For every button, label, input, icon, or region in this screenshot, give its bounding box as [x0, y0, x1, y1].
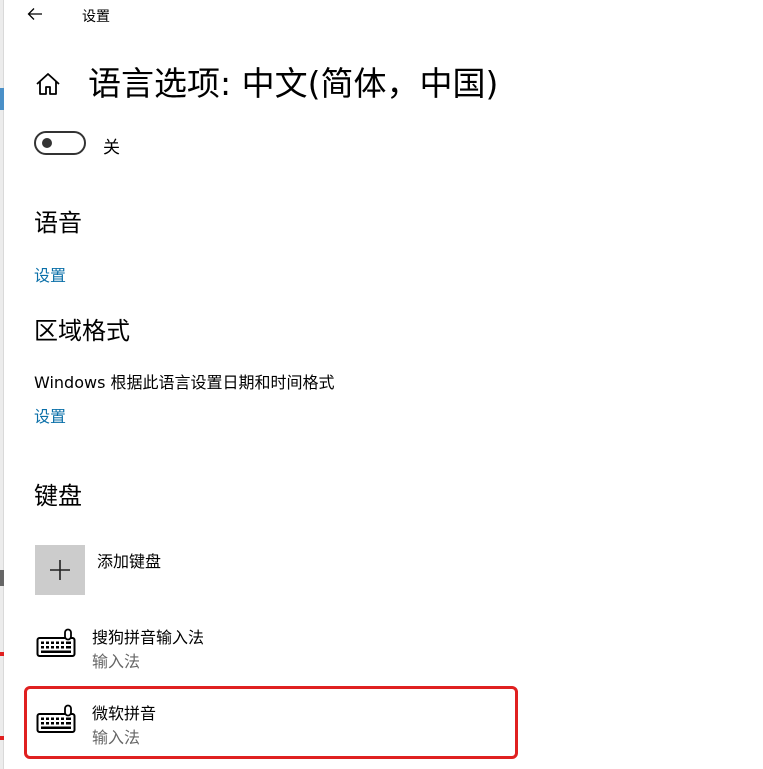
home-icon [36, 73, 60, 95]
keyboard-item-name: 微软拼音 [92, 704, 157, 723]
keyboard-item-type: 输入法 [92, 652, 141, 671]
toggle-state-label: 关 [103, 138, 120, 158]
keyboard-icon [36, 628, 76, 657]
region-format-heading: 区域格式 [34, 317, 130, 345]
keyboard-item-sogou[interactable]: 搜狗拼音输入法 输入法 [22, 616, 522, 678]
region-settings-link[interactable]: 设置 [34, 403, 66, 427]
speech-heading: 语音 [34, 209, 82, 237]
clipped-setting-label [34, 108, 114, 117]
add-keyboard-label[interactable]: 添加键盘 [97, 548, 161, 572]
page-title: 语言选项: 中文(简体，中国) [88, 64, 499, 103]
keyboard-item-type: 输入法 [92, 728, 141, 747]
edge-mark [0, 652, 4, 656]
left-window-edge [0, 0, 4, 769]
title-bar: 设置 [4, 0, 763, 30]
keyboard-item-name: 搜狗拼音输入法 [92, 628, 205, 647]
speech-settings-link[interactable]: 设置 [34, 262, 66, 286]
add-keyboard-button[interactable] [35, 545, 85, 595]
setting-toggle[interactable] [34, 131, 86, 155]
toggle-knob [42, 138, 52, 148]
keyboard-icon [36, 704, 76, 733]
back-button[interactable] [22, 2, 48, 26]
region-format-description: Windows 根据此语言设置日期和时间格式 [34, 373, 335, 392]
edge-mark [0, 88, 4, 110]
back-arrow-icon [27, 8, 42, 20]
keyboard-item-microsoft-pinyin[interactable]: 微软拼音 输入法 [22, 692, 522, 754]
keyboard-heading: 键盘 [34, 482, 82, 510]
edge-mark [0, 570, 4, 586]
edge-mark [0, 736, 4, 740]
window-title: 设置 [82, 9, 110, 25]
home-button[interactable] [34, 70, 62, 98]
plus-icon [50, 560, 70, 580]
